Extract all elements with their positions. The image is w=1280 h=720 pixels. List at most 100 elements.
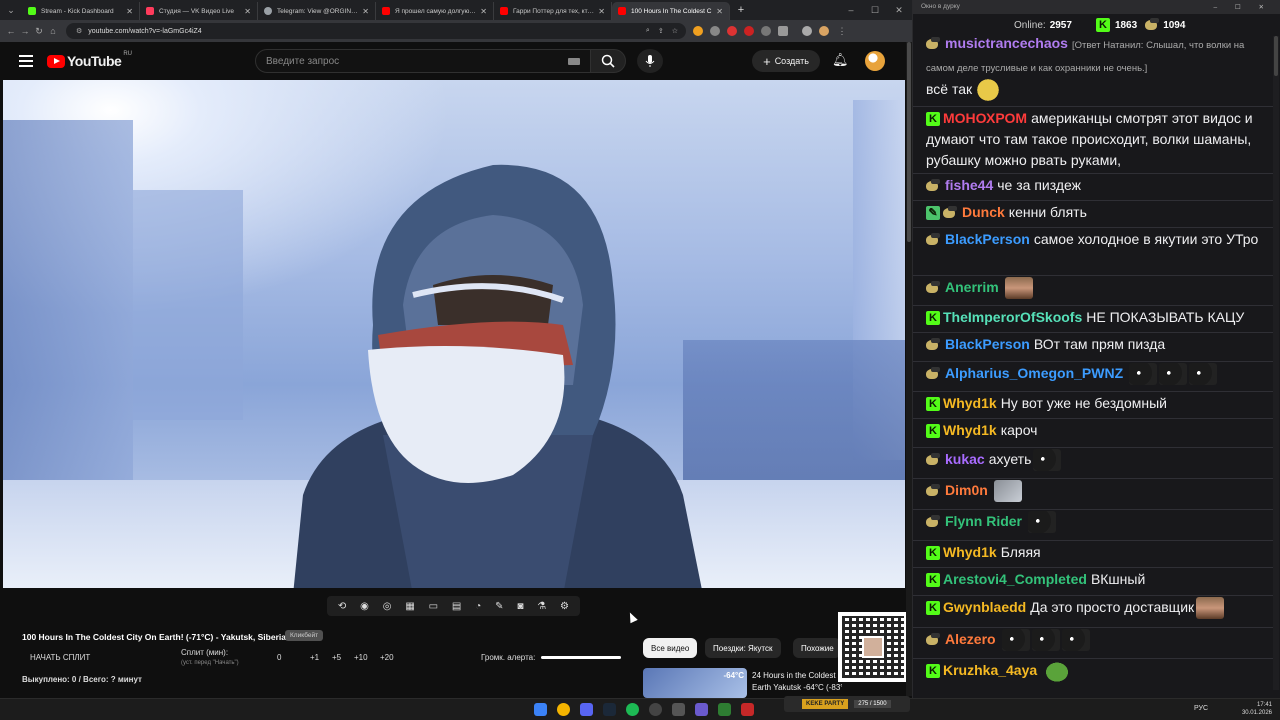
chat-message[interactable]: musictrancechaos [Ответ Натанил: Слышал, … — [926, 33, 1271, 102]
camera-icon[interactable]: ◙ — [517, 601, 523, 612]
broadcast-icon[interactable]: ◉ — [360, 601, 369, 612]
chat-message[interactable]: K Whyd1k кароч — [926, 420, 1271, 441]
download-icon[interactable] — [802, 26, 812, 36]
emote-cat-icon[interactable] — [1189, 363, 1218, 386]
steam-icon[interactable] — [603, 703, 616, 716]
minimize-icon[interactable]: – — [844, 5, 858, 15]
emote-cat-icon[interactable] — [1031, 629, 1060, 652]
film-strip-icon[interactable]: ▤ — [452, 601, 461, 612]
chat-message[interactable]: kukac ахуеть — [926, 449, 1271, 472]
language-indicator[interactable]: РУС — [1194, 705, 1208, 712]
edit-icon[interactable]: ✎ — [495, 601, 503, 612]
emote-cat-icon[interactable] — [1159, 363, 1188, 386]
forward-icon[interactable]: → — [18, 26, 32, 36]
chat-message[interactable]: K МОНОХРОМ американцы смотрят этот видос и… — [926, 108, 1271, 171]
chat-message[interactable]: Dim0n — [926, 480, 1271, 503]
extension-icon[interactable] — [744, 26, 754, 36]
chat-message[interactable]: Alezero — [926, 629, 1271, 652]
youtube-logo[interactable]: YouTube RU — [47, 51, 132, 69]
close-tab-icon[interactable]: ✕ — [244, 7, 251, 16]
add-5-button[interactable]: +5 — [332, 653, 341, 662]
chat-message[interactable]: K Gwynblaedd Да это просто доставщик — [926, 597, 1271, 620]
discord-icon[interactable] — [580, 703, 593, 716]
chat-username[interactable]: Gwynblaedd — [943, 599, 1026, 615]
zoom-icon[interactable]: ⌕ — [646, 27, 650, 35]
chat-username[interactable]: BlackPerson — [945, 231, 1030, 247]
chat-message[interactable]: Anerrim — [926, 277, 1271, 300]
loop-icon[interactable]: ⟲ — [338, 601, 346, 612]
settings-gear-icon[interactable]: ⚙ — [560, 601, 569, 612]
chat-message[interactable]: Alpharius_Omegon_PWNZ — [926, 363, 1271, 386]
chat-username[interactable]: Kruzhka_4aya — [943, 662, 1037, 678]
emote-cat-icon[interactable] — [1033, 449, 1062, 472]
emote-cat-icon[interactable] — [1129, 363, 1158, 386]
chat-username[interactable]: Dunck — [962, 204, 1005, 220]
home-icon[interactable]: ⌂ — [46, 26, 60, 36]
tab-youtube-coldest[interactable]: 100 Hours In The Coldest C ✕ — [612, 2, 730, 20]
chat-username[interactable]: Whyd1k — [943, 544, 997, 560]
reload-icon[interactable]: ↻ — [32, 26, 46, 37]
media-player-icon[interactable] — [695, 703, 708, 716]
extension-icon[interactable] — [710, 26, 720, 36]
emote-smile-icon[interactable] — [974, 79, 1003, 102]
app-icon[interactable] — [672, 703, 685, 716]
emote-blur-icon[interactable] — [993, 480, 1022, 503]
menu-dots-icon[interactable]: ⋮ — [835, 26, 849, 37]
chat-username[interactable]: BlackPerson — [945, 336, 1030, 352]
tab-youtube-war[interactable]: Я прошел самую долгую войну ✕ — [376, 2, 494, 20]
chat-username[interactable]: Alezero — [945, 631, 996, 647]
clock[interactable]: 17:41 30.01.2026 — [1242, 701, 1272, 717]
puzzle-extensions-icon[interactable] — [778, 26, 788, 36]
extension-icon[interactable] — [727, 26, 737, 36]
close-tab-icon[interactable]: ✕ — [126, 7, 133, 16]
chat-message[interactable]: Flynn Rider — [926, 511, 1271, 534]
tab-telegram[interactable]: Telegram: View @ORGINALDAD✕ — [258, 2, 376, 20]
chip-trips-yakutsk[interactable]: Поездки: Якутск — [705, 638, 781, 658]
recommended-title[interactable]: 24 Hours in the Coldest Earth Yakutsk -6… — [752, 670, 842, 694]
chat-message[interactable]: K Whyd1k Ну вот уже не бездомный — [926, 393, 1271, 414]
extension-icon[interactable] — [761, 26, 771, 36]
search-button[interactable] — [590, 49, 626, 73]
clickbait-badge[interactable]: Кликбейт — [285, 630, 324, 641]
add-10-button[interactable]: +10 — [354, 653, 368, 662]
menu-hamburger-icon[interactable] — [19, 52, 33, 70]
window-controls[interactable]: – ☐ ✕ — [1213, 3, 1272, 11]
chat-message[interactable]: fishe44 че за пиздеж — [926, 175, 1271, 196]
obs-icon[interactable] — [649, 703, 662, 716]
emote-cat-icon[interactable] — [1028, 511, 1057, 534]
chip-related[interactable]: Похожие — [793, 638, 841, 658]
notifications-bell-icon[interactable]: 🔔︎ — [832, 52, 849, 68]
chat-username[interactable]: Whyd1k — [943, 422, 997, 438]
chat-message[interactable]: BlackPerson ВОт там прям пизда — [926, 334, 1271, 355]
maximize-icon[interactable]: ☐ — [868, 5, 882, 16]
emote-face-icon[interactable] — [1004, 277, 1033, 300]
chat-message[interactable]: K Kruzhka_4aya — [926, 660, 1271, 683]
chat-message[interactable]: K Whyd1k Бляяя — [926, 542, 1271, 563]
add-1-button[interactable]: +1 — [310, 653, 319, 662]
chip-all-videos[interactable]: Все видео — [643, 638, 698, 658]
flask-icon[interactable]: ⚗ — [537, 601, 546, 612]
chat-message[interactable]: ✎ Dunck кенни блять — [926, 202, 1271, 223]
close-tab-icon[interactable]: ✕ — [480, 7, 487, 16]
chat-username[interactable]: musictrancechaos — [945, 35, 1068, 51]
close-tab-icon[interactable]: ✕ — [716, 7, 723, 16]
chrome-icon[interactable] — [557, 703, 570, 716]
close-window-icon[interactable]: ✕ — [892, 5, 906, 16]
chat-message[interactable]: K Arestovi4_Completed ВКшный — [926, 569, 1271, 590]
extension-icon[interactable] — [693, 26, 703, 36]
chat-username[interactable]: Arestovi4_Completed — [943, 571, 1087, 587]
keyboard-icon[interactable] — [568, 57, 580, 65]
emote-pepe-icon[interactable] — [1043, 660, 1072, 683]
alert-volume-slider[interactable] — [541, 656, 621, 659]
profile-icon[interactable] — [819, 26, 829, 36]
share-icon[interactable]: ⇪ — [658, 27, 664, 35]
clapper-icon[interactable]: ▦ — [405, 601, 414, 612]
add-20-button[interactable]: +20 — [380, 653, 394, 662]
chat-username[interactable]: МОНОХРОМ — [943, 110, 1027, 126]
chat-scrollbar[interactable] — [1273, 36, 1279, 690]
tab-search-icon[interactable]: ⌄ — [0, 5, 22, 16]
chat-username[interactable]: fishe44 — [945, 177, 993, 193]
close-tab-icon[interactable]: ✕ — [598, 7, 605, 16]
bookmark-star-icon[interactable]: ☆ — [672, 27, 678, 35]
tab-youtube-potter[interactable]: Гарри Поттер для тех, кто вы ✕ — [494, 2, 612, 20]
